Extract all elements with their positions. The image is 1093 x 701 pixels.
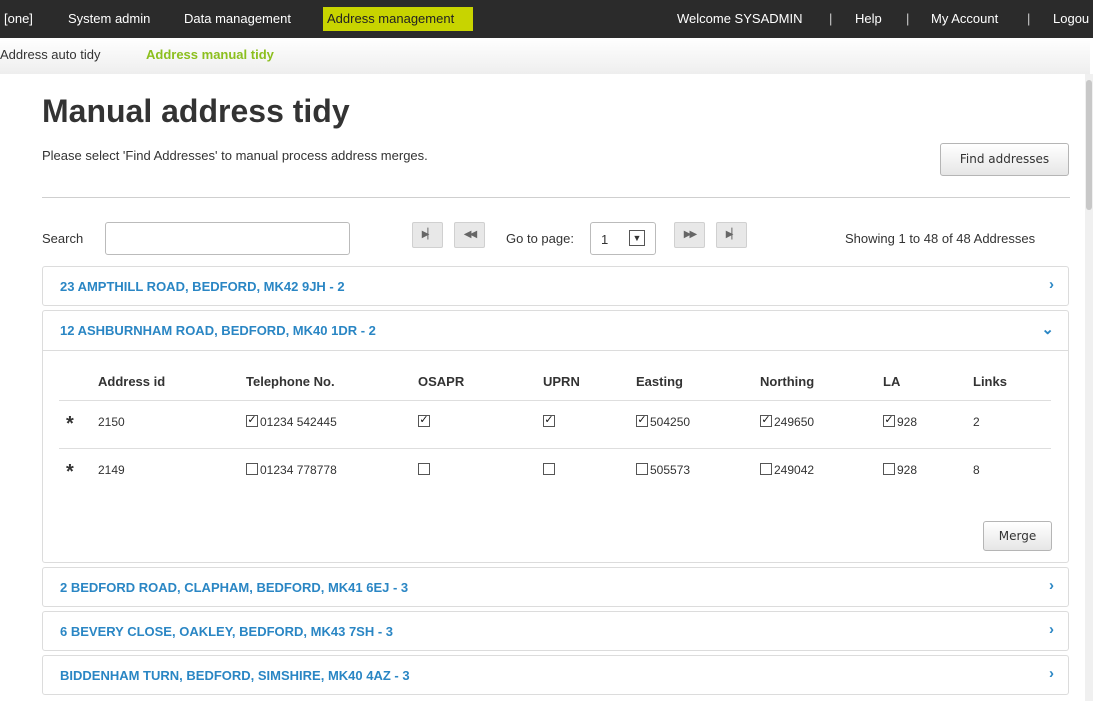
easting-checkbox[interactable]: ✓ bbox=[636, 415, 648, 427]
primary-row-marker: * bbox=[66, 461, 74, 483]
col-header-osapr: OSAPR bbox=[418, 374, 465, 389]
easting-checkbox[interactable] bbox=[636, 463, 648, 475]
address-group-panel[interactable]: 6 BEVERY CLOSE, OAKLEY, BEDFORD, MK43 7S… bbox=[42, 611, 1069, 651]
address-id-cell: 2150 bbox=[98, 415, 125, 429]
uprn-checkbox[interactable] bbox=[543, 463, 555, 475]
col-header-links: Links bbox=[973, 374, 1007, 389]
northing-checkbox[interactable] bbox=[760, 463, 772, 475]
find-addresses-button[interactable]: Find addresses bbox=[940, 143, 1069, 176]
welcome-text: Welcome SYSADMIN bbox=[677, 11, 803, 26]
la-checkbox[interactable]: ✓ bbox=[883, 415, 895, 427]
page-title: Manual address tidy bbox=[42, 93, 350, 129]
la-checkbox[interactable] bbox=[883, 463, 895, 475]
nav-separator: | bbox=[906, 11, 910, 26]
goto-page-label: Go to page: bbox=[506, 231, 574, 246]
search-input[interactable] bbox=[105, 222, 350, 255]
nav-my-account[interactable]: My Account bbox=[931, 11, 998, 26]
phone-checkbox[interactable] bbox=[246, 463, 258, 475]
nav-help[interactable]: Help bbox=[855, 11, 882, 26]
chevron-down-icon[interactable]: ⌄ bbox=[1041, 320, 1054, 338]
col-header-northing: Northing bbox=[760, 374, 815, 389]
nav-address-management[interactable]: Address management bbox=[323, 7, 473, 31]
nav-system-admin[interactable]: System admin bbox=[68, 11, 150, 26]
phone-checkbox[interactable]: ✓ bbox=[246, 415, 258, 427]
address-group-panel[interactable]: BIDDENHAM TURN, BEDFORD, SIMSHIRE, MK40 … bbox=[42, 655, 1069, 695]
prev-page-icon[interactable]: ◀◀ bbox=[454, 222, 485, 248]
la-cell: 928 bbox=[897, 415, 918, 429]
subnav-auto-tidy[interactable]: Address auto tidy bbox=[0, 47, 100, 62]
results-count: Showing 1 to 48 of 48 Addresses bbox=[845, 231, 1036, 246]
chevron-right-icon[interactable]: › bbox=[1049, 621, 1054, 638]
links-cell: 2 bbox=[973, 415, 980, 429]
last-page-icon[interactable]: ▶▏ bbox=[716, 222, 747, 248]
nav-separator: | bbox=[829, 11, 833, 26]
address-group-title[interactable]: 2 BEDFORD ROAD, CLAPHAM, BEDFORD, MK41 6… bbox=[60, 580, 408, 595]
la-cell: 928 bbox=[897, 463, 918, 477]
nav-separator: | bbox=[1027, 11, 1031, 26]
table-divider bbox=[59, 448, 1051, 449]
osapr-checkbox[interactable]: ✓ bbox=[418, 415, 430, 427]
northing-checkbox[interactable]: ✓ bbox=[760, 415, 772, 427]
col-header-easting: Easting bbox=[636, 374, 683, 389]
next-page-icon[interactable]: ▶▶ bbox=[674, 222, 705, 248]
nav-logout[interactable]: Logou bbox=[1053, 11, 1089, 26]
chevron-right-icon[interactable]: › bbox=[1049, 665, 1054, 682]
uprn-checkbox[interactable]: ✓ bbox=[543, 415, 555, 427]
chevron-right-icon[interactable]: › bbox=[1049, 276, 1054, 293]
col-header-la: LA bbox=[883, 374, 901, 389]
chevron-down-icon[interactable]: ▼ bbox=[629, 230, 645, 246]
phone-cell: 01234 778778 bbox=[260, 463, 337, 477]
phone-cell: 01234 542445 bbox=[260, 415, 337, 429]
address-group-header[interactable]: 12 ASHBURNHAM ROAD, BEDFORD, MK40 1DR - … bbox=[43, 311, 1068, 351]
address-group-title[interactable]: BIDDENHAM TURN, BEDFORD, SIMSHIRE, MK40 … bbox=[60, 668, 410, 683]
search-label: Search bbox=[42, 231, 84, 246]
col-header-uprn: UPRN bbox=[543, 374, 580, 389]
osapr-checkbox[interactable] bbox=[418, 463, 430, 475]
address-group-title[interactable]: 23 AMPTHILL ROAD, BEDFORD, MK42 9JH - 2 bbox=[60, 279, 345, 294]
sub-nav-bar: Address auto tidy Address manual tidy bbox=[0, 38, 1090, 74]
easting-cell: 505573 bbox=[650, 463, 691, 477]
subnav-manual-tidy[interactable]: Address manual tidy bbox=[146, 47, 274, 62]
address-group-panel[interactable]: 2 BEDFORD ROAD, CLAPHAM, BEDFORD, MK41 6… bbox=[42, 567, 1069, 607]
links-cell: 8 bbox=[973, 463, 980, 477]
chevron-right-icon[interactable]: › bbox=[1049, 577, 1054, 594]
first-page-icon[interactable]: ▶▏ bbox=[412, 222, 443, 248]
northing-cell: 249042 bbox=[774, 463, 815, 477]
address-group-title[interactable]: 6 BEVERY CLOSE, OAKLEY, BEDFORD, MK43 7S… bbox=[60, 624, 393, 639]
page-select[interactable]: 1 ▼ bbox=[590, 222, 656, 255]
address-group-title[interactable]: 12 ASHBURNHAM ROAD, BEDFORD, MK40 1DR - … bbox=[60, 323, 376, 338]
address-id-cell: 2149 bbox=[98, 463, 125, 477]
table-divider bbox=[59, 400, 1051, 401]
nav-data-management[interactable]: Data management bbox=[184, 11, 291, 26]
page-select-value: 1 bbox=[601, 232, 609, 247]
col-header-telephone: Telephone No. bbox=[246, 374, 335, 389]
col-header-address-id: Address id bbox=[98, 374, 166, 389]
address-group-panel[interactable]: 23 AMPTHILL ROAD, BEDFORD, MK42 9JH - 2 … bbox=[42, 266, 1069, 306]
primary-row-marker: * bbox=[66, 413, 74, 435]
northing-cell: 249650 bbox=[774, 415, 815, 429]
scrollbar-thumb[interactable] bbox=[1086, 80, 1092, 210]
brand-logo[interactable]: [one] bbox=[4, 11, 33, 26]
easting-cell: 504250 bbox=[650, 415, 691, 429]
merge-button[interactable]: Merge bbox=[983, 521, 1052, 551]
divider bbox=[42, 197, 1070, 198]
address-group-panel-expanded: 12 ASHBURNHAM ROAD, BEDFORD, MK40 1DR - … bbox=[42, 310, 1069, 563]
top-nav-bar: [one] System admin Data management Addre… bbox=[0, 0, 1093, 38]
intro-text: Please select 'Find Addresses' to manual… bbox=[42, 148, 428, 163]
